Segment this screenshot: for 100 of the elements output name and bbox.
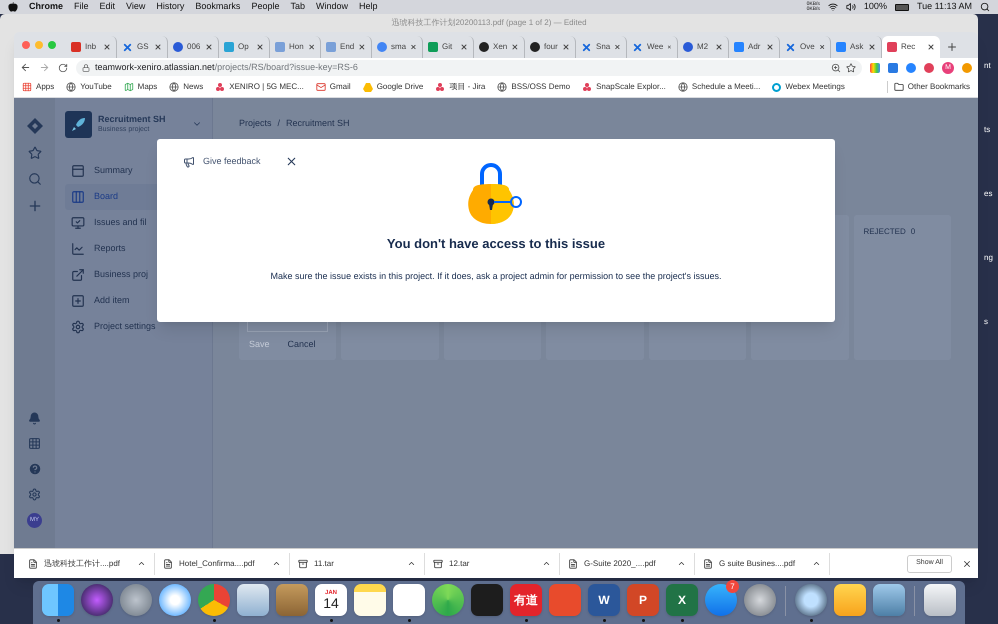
wifi-icon[interactable] [828, 2, 838, 12]
menu-item[interactable]: History [156, 0, 184, 14]
close-tab-icon[interactable] [511, 43, 519, 51]
bookmark-item[interactable]: YouTube [66, 81, 112, 94]
app-icon[interactable] [795, 584, 827, 616]
download-item[interactable]: G suite Busines....pdf [695, 552, 830, 575]
address-bar[interactable]: teamwork-xeniro.atlassian.net/projects/RS/board?issue-key=RS-6 [76, 60, 862, 76]
star-icon[interactable] [28, 146, 42, 160]
close-tab-icon[interactable] [256, 43, 264, 51]
download-item[interactable]: 迅琥科技工作计....pdf [20, 552, 155, 575]
bookmark-item[interactable]: News [169, 81, 204, 94]
browser-tab[interactable]: Rec [882, 36, 940, 58]
battery-icon[interactable] [894, 4, 909, 10]
extension-icon[interactable] [906, 62, 916, 73]
other-bookmarks[interactable]: Other Bookmarks [886, 81, 970, 94]
app-icon[interactable] [120, 584, 152, 616]
close-tab-icon[interactable] [205, 43, 213, 51]
close-tab-icon[interactable] [667, 43, 672, 51]
file-icon [703, 558, 713, 569]
bookmark-item[interactable]: Google Drive [362, 81, 424, 94]
app-icon[interactable] [834, 584, 866, 616]
volume-icon[interactable] [846, 2, 856, 12]
download-item[interactable]: Hotel_Confirma....pdf [155, 552, 290, 575]
menu-item[interactable]: Window [316, 0, 348, 14]
menu-item[interactable]: Tab [290, 0, 305, 14]
give-feedback-button[interactable]: Give feedback [183, 154, 261, 168]
close-tab-icon[interactable] [868, 43, 876, 51]
download-item[interactable]: 11.tar [290, 552, 425, 575]
close-tab-icon[interactable] [562, 43, 570, 51]
close-tab-icon[interactable] [818, 43, 825, 51]
cancel-button[interactable]: Cancel [288, 338, 316, 352]
app-icon[interactable] [924, 584, 956, 616]
archive-file-icon [433, 558, 443, 569]
app-icon[interactable] [471, 584, 503, 616]
close-tab-icon[interactable] [308, 43, 315, 51]
app-icon[interactable]: 有道 [510, 584, 542, 616]
close-icon[interactable] [962, 558, 972, 569]
back-icon[interactable] [20, 62, 31, 74]
app-icon[interactable] [393, 584, 425, 616]
close-tab-icon[interactable] [715, 43, 723, 51]
close-tab-icon[interactable] [927, 43, 935, 51]
zoom-icon[interactable] [831, 62, 841, 73]
app-icon[interactable] [873, 584, 905, 616]
app-icon[interactable]: P [627, 584, 659, 616]
close-tab-icon[interactable] [358, 43, 366, 51]
bookmark-item[interactable]: 项目 - Jira [435, 81, 486, 94]
reload-icon[interactable] [58, 62, 68, 73]
extension-icon[interactable] [888, 62, 898, 73]
menu-item[interactable]: Bookmarks [195, 0, 240, 14]
download-item[interactable]: 12.tar [425, 552, 560, 575]
extension-icon[interactable] [870, 62, 880, 73]
menu-item[interactable]: View [126, 0, 146, 14]
close-tab-icon[interactable] [460, 43, 468, 51]
extension-icon[interactable] [924, 62, 934, 73]
settings-icon[interactable] [28, 488, 41, 502]
menu-item[interactable]: People [251, 0, 280, 14]
help-icon[interactable] [28, 462, 42, 476]
bookmark-star-icon[interactable] [846, 62, 856, 73]
menu-app-name[interactable]: Chrome [29, 0, 64, 14]
bookmark-item[interactable]: Apps [22, 81, 54, 94]
app-icon[interactable]: W [588, 584, 620, 616]
bookmark-item[interactable]: Maps [124, 81, 158, 94]
bookmark-item[interactable]: Webex Meetings [772, 81, 845, 94]
folder-icon [894, 82, 904, 92]
new-tab-icon[interactable] [946, 41, 958, 53]
bookmark-item[interactable]: Gmail [316, 81, 351, 94]
apple-icon[interactable] [8, 2, 18, 12]
app-icon[interactable] [198, 584, 230, 616]
download-item[interactable]: G-Suite 2020_....pdf [560, 552, 695, 575]
app-icon[interactable] [744, 584, 776, 616]
create-icon[interactable] [26, 198, 42, 214]
close-icon[interactable] [284, 155, 298, 168]
breadcrumb-link[interactable]: Projects [239, 117, 272, 131]
app-icon[interactable] [42, 584, 74, 616]
bookmark-item[interactable]: SnapScale Explor... [582, 81, 666, 94]
breadcrumb-link[interactable]: Recruitment SH [286, 117, 350, 131]
app-switcher-icon[interactable] [28, 437, 41, 450]
bookmark-item[interactable]: XENIRO | 5G MEC... [215, 81, 304, 94]
diamond-logo-icon[interactable] [26, 118, 42, 134]
close-tab-icon[interactable] [766, 43, 774, 51]
close-tab-icon[interactable] [103, 43, 111, 51]
app-icon[interactable]: X [666, 584, 698, 616]
running-indicator [56, 619, 60, 622]
menu-item[interactable]: File [74, 0, 89, 14]
close-tab-icon[interactable] [410, 43, 417, 51]
app-icon[interactable] [354, 584, 386, 616]
bell-icon[interactable] [28, 412, 41, 426]
app-icon[interactable] [81, 584, 113, 616]
close-tab-icon[interactable] [614, 43, 621, 51]
bookmark-item[interactable]: Schedule a Meeti... [678, 81, 760, 94]
app-icon[interactable] [237, 584, 269, 616]
menu-item[interactable]: Help [359, 0, 378, 14]
menu-clock[interactable]: Tue 11:13 AM [916, 0, 972, 14]
search-icon[interactable] [980, 2, 990, 12]
bookmark-item[interactable]: BSS/OSS Demo [497, 81, 570, 94]
app-icon[interactable] [432, 584, 464, 616]
menu-item[interactable]: Edit [100, 0, 116, 14]
battery-percent[interactable]: 100% [864, 0, 887, 14]
close-tab-icon[interactable] [154, 43, 162, 51]
app-icon[interactable] [159, 584, 191, 616]
